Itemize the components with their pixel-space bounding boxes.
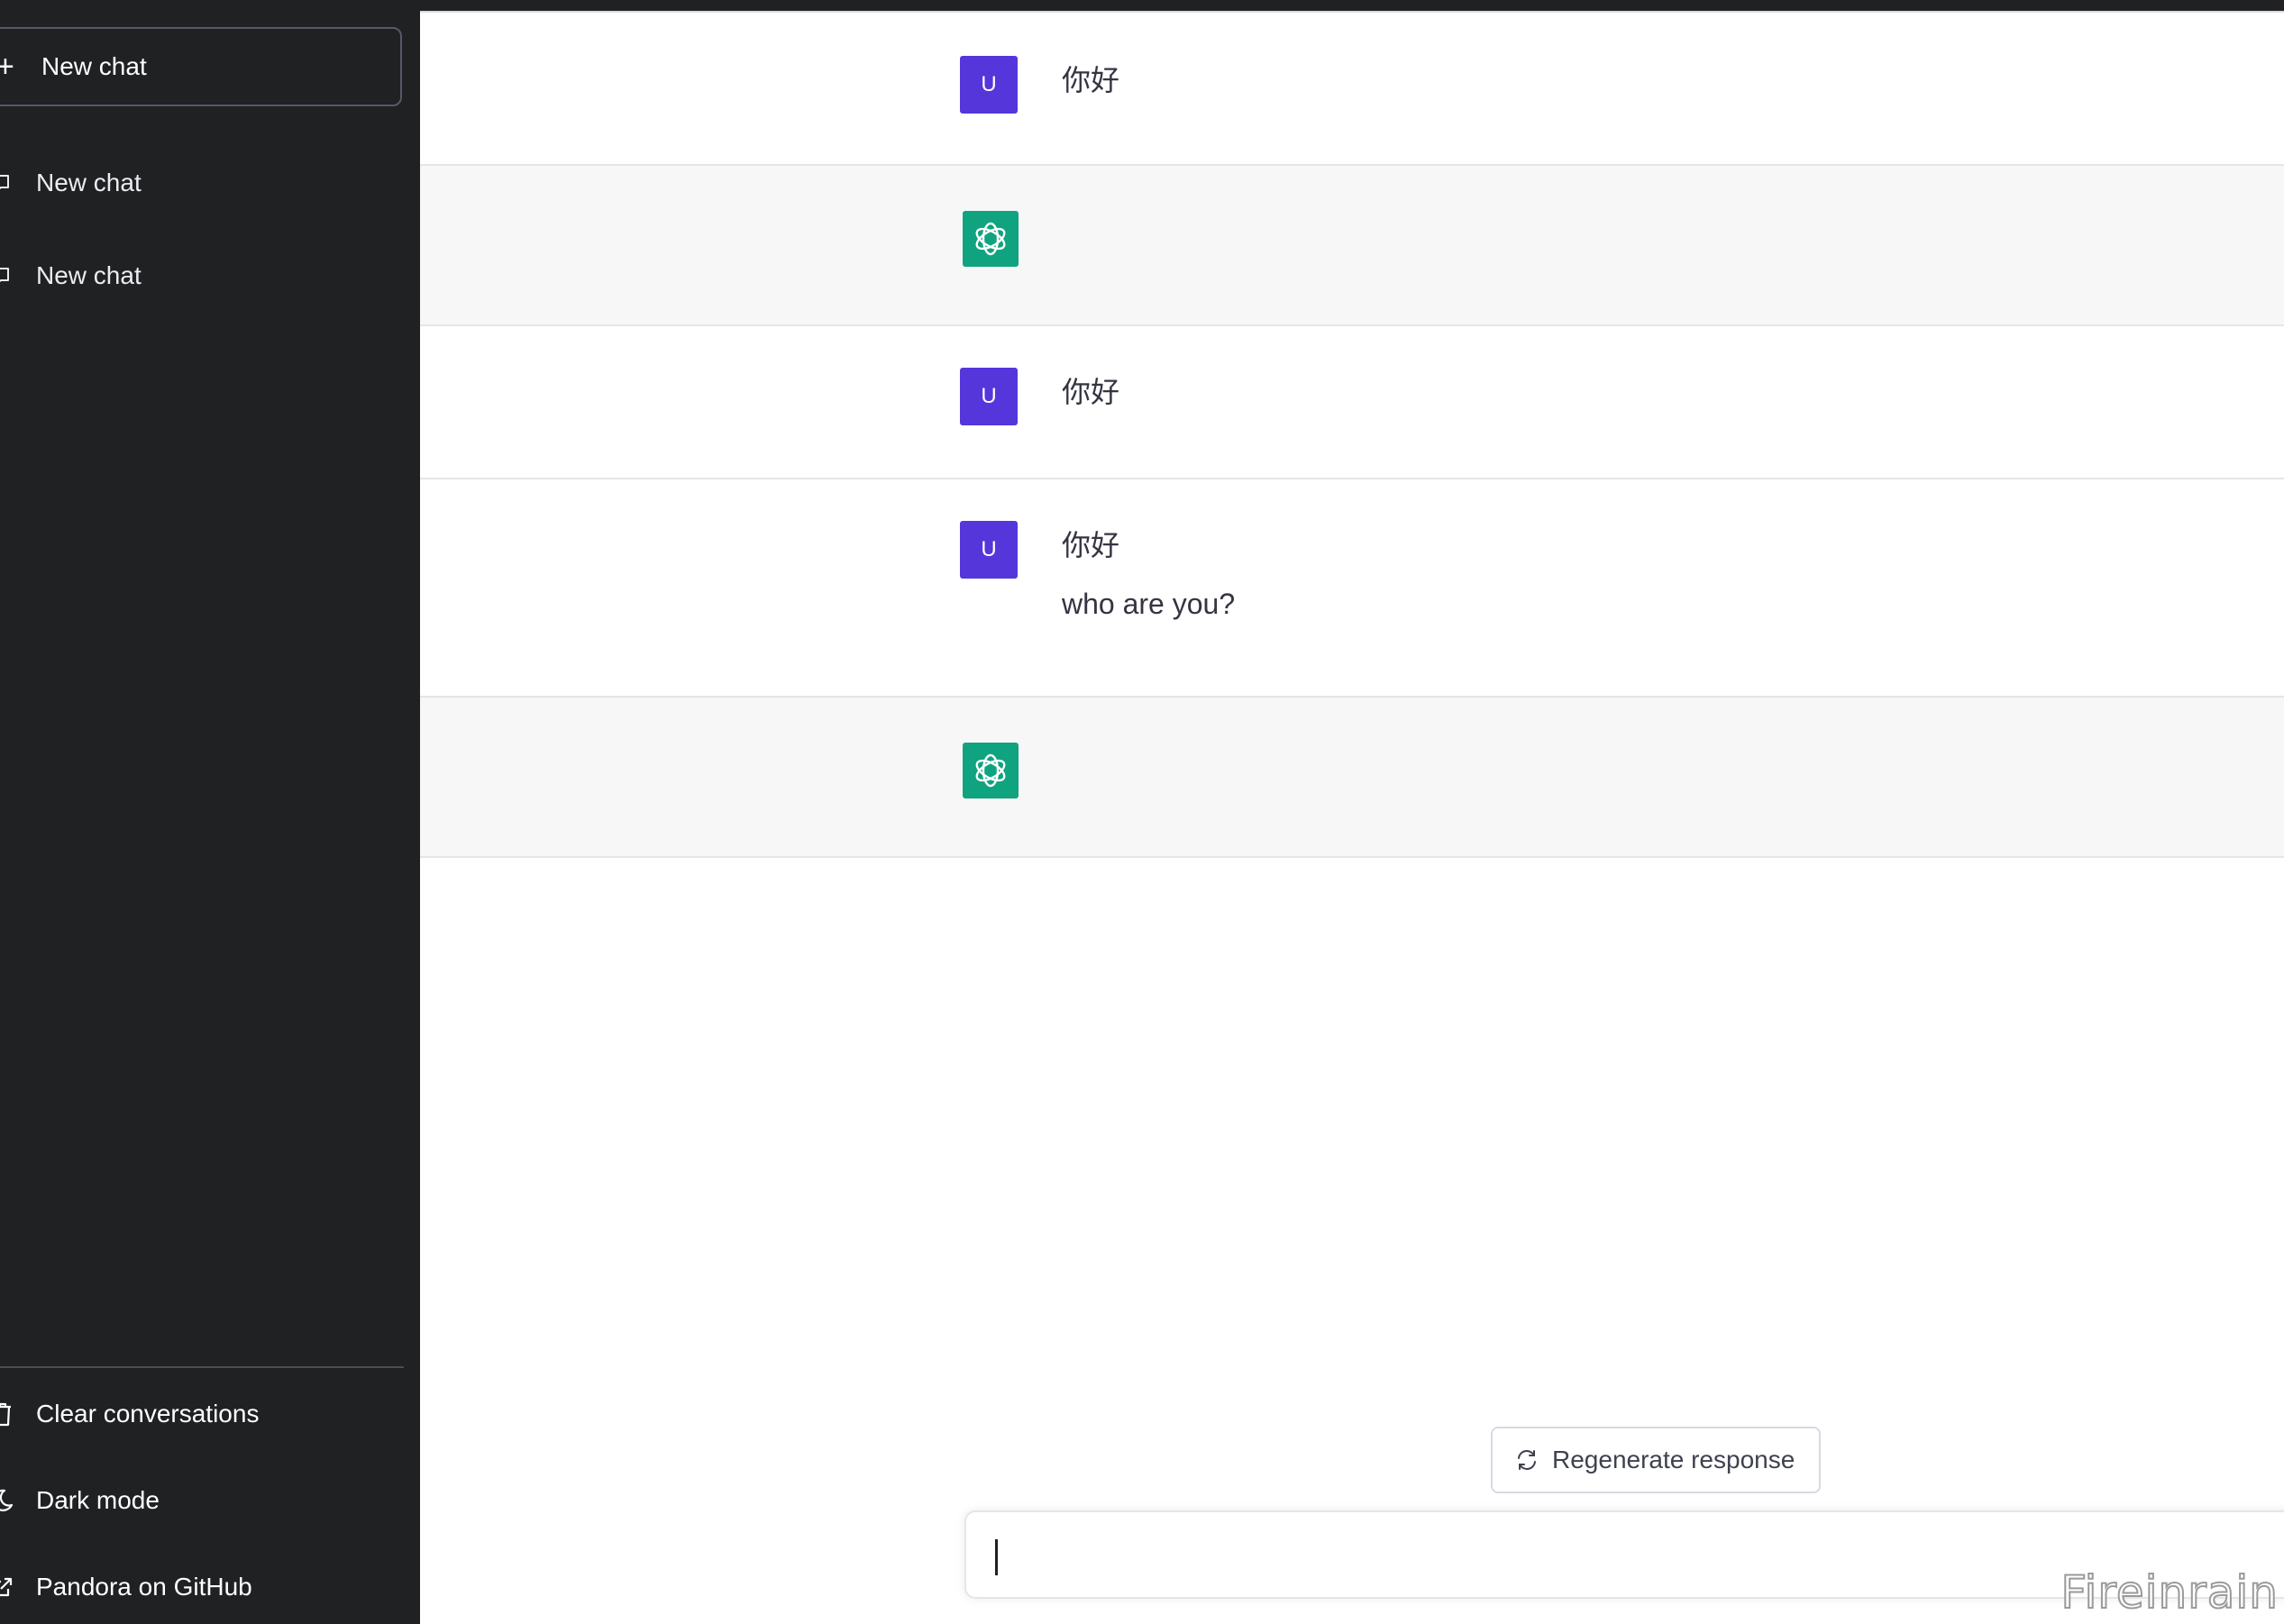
user-avatar: U — [960, 521, 1018, 579]
chat-bubble-icon — [0, 267, 11, 285]
watermark: Fireinrain — [2060, 1565, 2279, 1619]
regenerate-label: Regenerate response — [1552, 1446, 1795, 1473]
user-avatar: U — [960, 368, 1018, 425]
openai-logo-icon — [963, 211, 1019, 267]
clear-conversations-label: Clear conversations — [36, 1400, 260, 1428]
refresh-icon — [1514, 1447, 1539, 1473]
message-row-assistant — [420, 698, 2284, 858]
message-row: U 你好 — [420, 13, 2284, 166]
sidebar-divider — [0, 1366, 404, 1368]
chat-bubble-icon — [0, 174, 11, 192]
chat-app: + New chat New chat New chat Clear conve… — [0, 0, 2284, 1624]
message-text: who are you? — [1062, 588, 1236, 620]
dark-mode-button[interactable]: Dark mode — [0, 1469, 402, 1532]
message-row: U 你好 — [420, 326, 2284, 479]
message-text: 你好 — [1062, 529, 1120, 561]
chat-main: U 你好 U 你好 U 你好 who are you? — [420, 13, 2284, 1624]
plus-icon: + — [0, 50, 14, 84]
message-row-assistant — [420, 166, 2284, 326]
trash-icon — [0, 1400, 14, 1428]
new-chat-label: New chat — [41, 52, 147, 80]
conversation-item[interactable]: New chat — [0, 244, 402, 307]
moon-icon — [0, 1487, 14, 1514]
message-row: U 你好 who are you? — [420, 479, 2284, 698]
github-link[interactable]: Pandora on GitHub — [0, 1556, 402, 1619]
user-avatar: U — [960, 56, 1018, 114]
message-text: 你好 — [1062, 376, 1120, 408]
external-link-icon — [0, 1574, 14, 1601]
conversation-label: New chat — [36, 261, 142, 289]
clear-conversations-button[interactable]: Clear conversations — [0, 1382, 402, 1446]
github-link-label: Pandora on GitHub — [36, 1573, 252, 1601]
openai-logo-icon — [963, 743, 1019, 798]
conversation-label: New chat — [36, 169, 142, 196]
regenerate-response-button[interactable]: Regenerate response — [1491, 1427, 1821, 1493]
dark-mode-label: Dark mode — [36, 1486, 160, 1514]
message-text: 你好 — [1062, 64, 1120, 96]
top-bar — [0, 0, 2284, 11]
sidebar: + New chat New chat New chat Clear conve… — [0, 11, 420, 1624]
conversation-item[interactable]: New chat — [0, 151, 402, 214]
new-chat-button[interactable]: + New chat — [0, 27, 402, 106]
